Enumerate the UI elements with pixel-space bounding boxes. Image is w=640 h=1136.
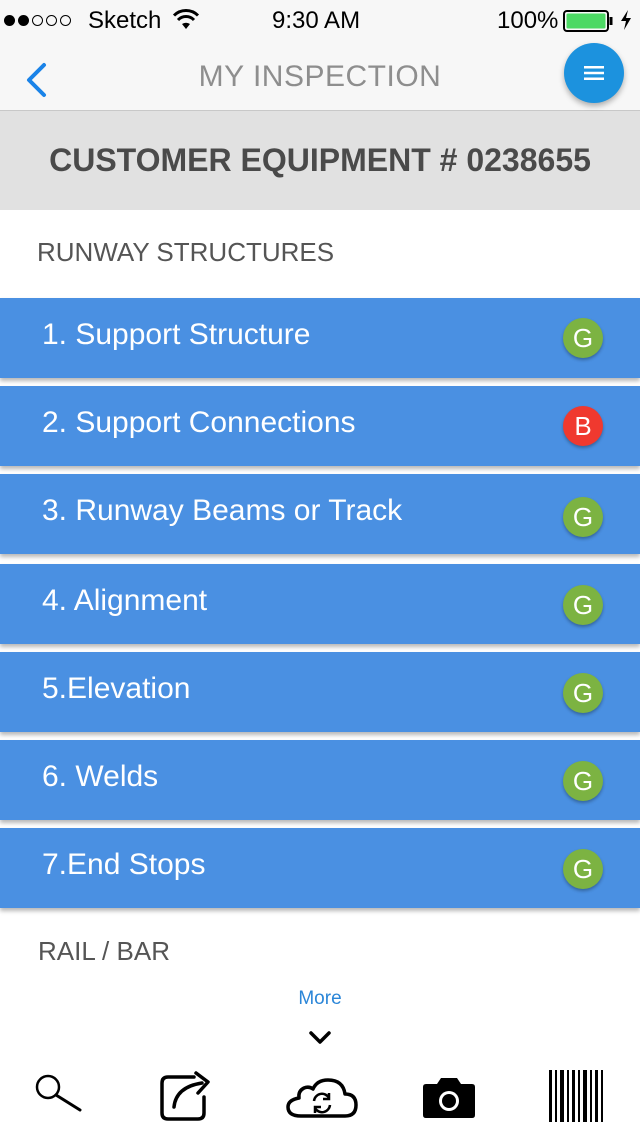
- clock: 9:30 AM: [272, 7, 361, 34]
- section-heading-runway-structures: RUNWAY STRUCTURES: [37, 237, 335, 267]
- signal-dot-icon: [18, 15, 29, 26]
- signal-dot-icon: [32, 15, 43, 26]
- menu-button[interactable]: [564, 43, 624, 103]
- inspection-item-label: 5.Elevation: [42, 672, 191, 705]
- battery-icon: [563, 10, 613, 32]
- page-title: MY INSPECTION: [198, 60, 442, 93]
- battery-percent: 100%: [497, 7, 559, 34]
- inspection-item[interactable]: 7.End Stops G: [0, 828, 640, 908]
- inspection-item[interactable]: 6. Welds G: [0, 740, 640, 820]
- share-icon[interactable]: [158, 1067, 218, 1123]
- cloud-sync-icon[interactable]: [285, 1074, 359, 1120]
- signal-dot-icon: [4, 15, 15, 26]
- inspection-item-label: 2. Support Connections: [42, 406, 356, 439]
- inspection-item-label: 6. Welds: [42, 760, 159, 793]
- carrier-label: Sketch: [88, 7, 162, 34]
- customer-equipment-title: CUSTOMER EQUIPMENT # 0238655: [49, 142, 591, 178]
- inspection-item[interactable]: 1. Support Structure G: [0, 298, 640, 378]
- status-badge[interactable]: B: [563, 406, 603, 446]
- camera-icon[interactable]: [421, 1077, 477, 1119]
- status-badge[interactable]: G: [563, 497, 603, 537]
- signal-dot-icon: [46, 15, 57, 26]
- status-badge[interactable]: G: [563, 849, 603, 889]
- barcode-icon[interactable]: [548, 1070, 604, 1122]
- status-badge[interactable]: G: [563, 761, 603, 801]
- search-icon[interactable]: [32, 1071, 86, 1115]
- inspection-item-label: 7.End Stops: [42, 848, 206, 881]
- menu-icon: [584, 66, 604, 80]
- section-heading-rail-bar: RAIL / BAR: [38, 936, 170, 966]
- inspection-item-label: 3. Runway Beams or Track: [42, 494, 403, 527]
- status-bar: Sketch 9:30 AM 100%: [0, 0, 640, 40]
- status-badge[interactable]: G: [563, 673, 603, 713]
- bottom-toolbar: [0, 1050, 640, 1136]
- inspection-item[interactable]: 2. Support Connections B: [0, 386, 640, 466]
- wifi-icon: [172, 9, 200, 29]
- charging-bolt-icon: [621, 10, 631, 30]
- inspection-item[interactable]: 3. Runway Beams or Track G: [0, 474, 640, 554]
- inspection-item-label: 1. Support Structure: [42, 318, 311, 351]
- status-badge[interactable]: G: [563, 585, 603, 625]
- signal-dot-icon: [60, 15, 71, 26]
- inspection-item[interactable]: 5.Elevation G: [0, 652, 640, 732]
- chevron-down-icon[interactable]: [308, 1030, 332, 1046]
- inspection-item[interactable]: 4. Alignment G: [0, 564, 640, 644]
- more-link[interactable]: More: [0, 988, 640, 1010]
- status-badge[interactable]: G: [563, 318, 603, 358]
- inspection-item-label: 4. Alignment: [42, 584, 208, 617]
